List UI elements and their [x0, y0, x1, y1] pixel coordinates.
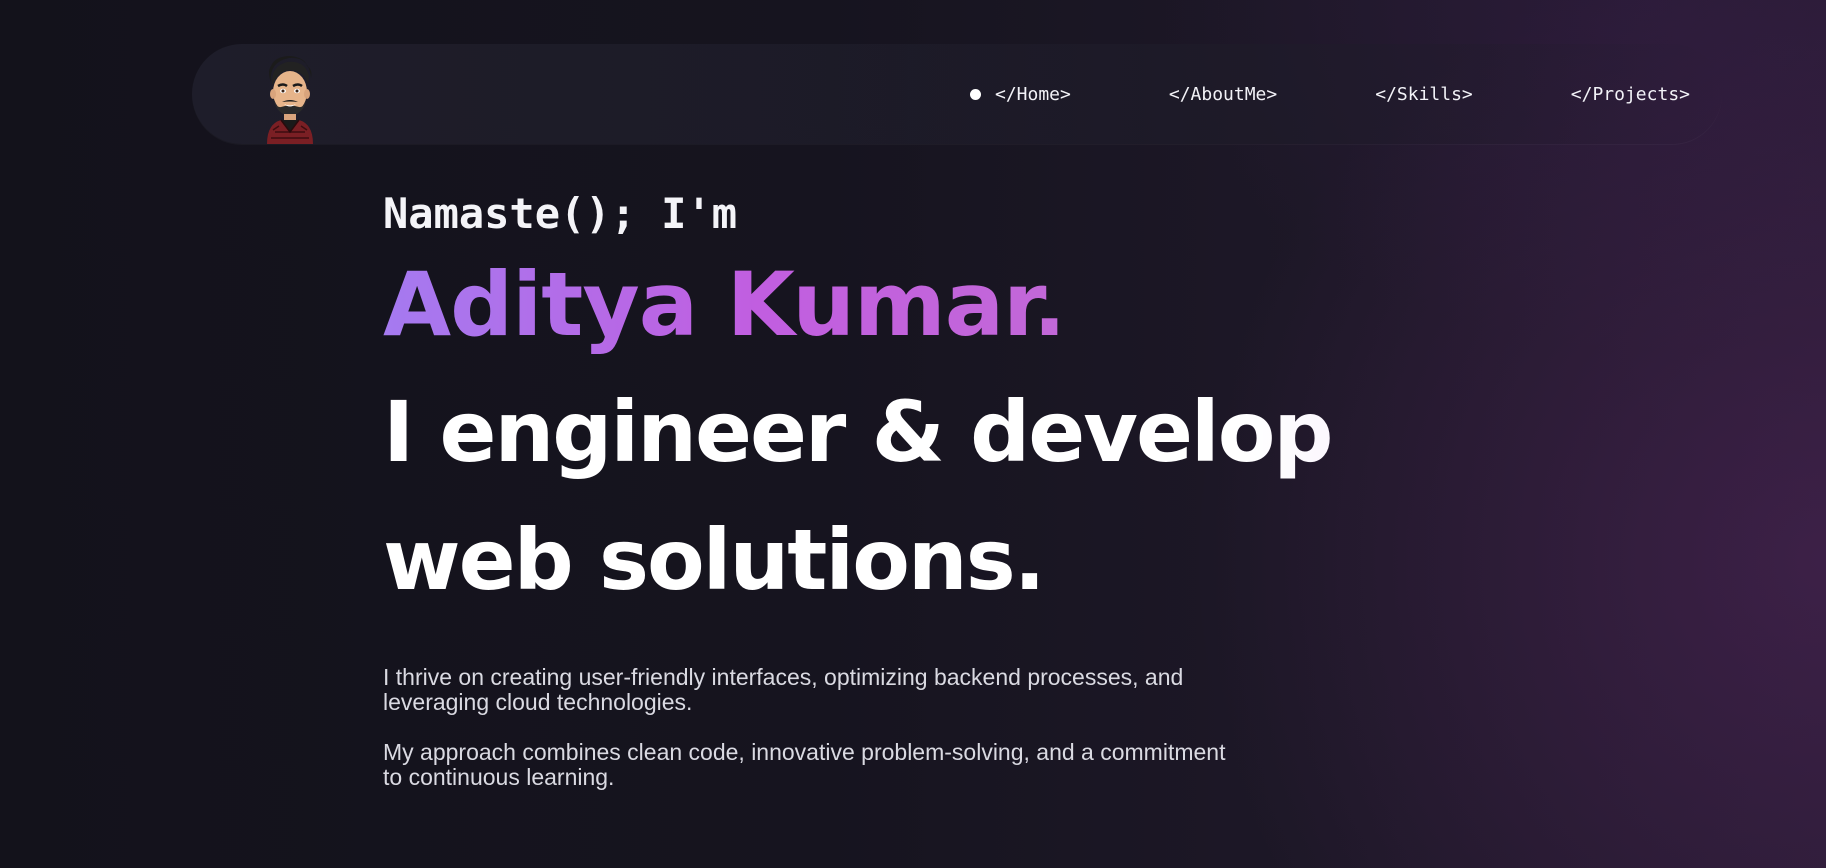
nav-link-aboutme-label: </AboutMe>: [1168, 83, 1278, 105]
nav-link-skills[interactable]: </Skills>: [1375, 84, 1473, 105]
hero-section: Namaste(); I'm Aditya Kumar. I engineer …: [383, 186, 1583, 624]
nav-link-home[interactable]: </Home>: [970, 84, 1071, 105]
nav-link-home-label: </Home>: [995, 83, 1071, 105]
hero-tagline: I engineer & develop web solutions.: [383, 368, 1533, 624]
nav-links: </Home> </AboutMe> </Skills> </Projects>: [970, 80, 1690, 108]
nav-link-skills-label: </Skills>: [1375, 83, 1473, 105]
dot-icon: [970, 88, 981, 100]
hero-greeting: Namaste(); I'm: [383, 189, 738, 238]
bitmoji-avatar-icon[interactable]: [261, 52, 319, 144]
hero-description-2: My approach combines clean code, innovat…: [383, 739, 1226, 790]
nav-link-aboutme[interactable]: </AboutMe>: [1169, 84, 1277, 105]
hero-name: Aditya Kumar.: [383, 250, 1066, 360]
nav-link-projects[interactable]: </Projects>: [1571, 84, 1690, 105]
nav-link-projects-label: </Projects>: [1570, 83, 1690, 105]
hero-description-1: I thrive on creating user-friendly inter…: [383, 664, 1184, 715]
